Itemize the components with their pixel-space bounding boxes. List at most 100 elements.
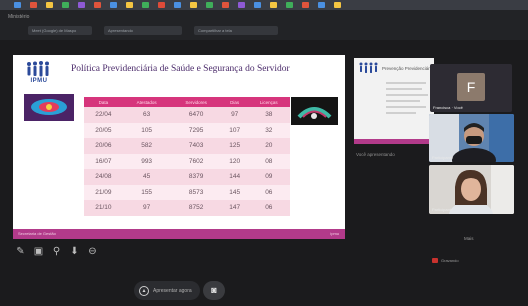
- present-now-button[interactable]: ▴ Apresentar agora: [134, 281, 200, 300]
- tab-chip[interactable]: Meet (Google) de Maspo: [28, 26, 92, 35]
- app-icon[interactable]: [14, 2, 21, 8]
- app-icon[interactable]: [62, 2, 69, 8]
- table-header-row: Data Atestados Servidores Dias Licenças: [84, 97, 290, 107]
- table-cell: 8379: [170, 169, 222, 185]
- present-icon: ▴: [139, 285, 149, 296]
- presented-slide: IPMU Política Previdenciária de Saúde e …: [13, 55, 345, 239]
- table-cell: 582: [122, 138, 171, 154]
- app-icon[interactable]: [30, 2, 37, 8]
- table-cell: 09: [247, 169, 290, 185]
- table-row: 16/07 993 7602 120 08: [84, 153, 290, 169]
- table-cell: 97: [221, 107, 248, 123]
- app-icon[interactable]: [254, 2, 261, 8]
- column-header: Atestados: [122, 97, 171, 107]
- table-row: 21/09 155 8573 145 06: [84, 184, 290, 200]
- app-icon[interactable]: [174, 2, 181, 8]
- avatar: F: [457, 73, 485, 101]
- ipmu-logo: IPMU: [22, 61, 56, 89]
- table-cell: 145: [221, 184, 248, 200]
- app-icon[interactable]: [190, 2, 197, 8]
- table-cell: 38: [247, 107, 290, 123]
- table-cell: 155: [122, 184, 171, 200]
- table-cell: 32: [247, 122, 290, 138]
- table-cell: 20/05: [84, 122, 123, 138]
- tab-chip[interactable]: Compartilhar a tela: [194, 26, 278, 35]
- thumbnail-title: Prevenção Previdenciária: [382, 66, 434, 71]
- app-icon[interactable]: [78, 2, 85, 8]
- camera-icon[interactable]: ◙: [203, 281, 225, 300]
- pointer-icon[interactable]: ⬇: [69, 246, 80, 258]
- app-icon[interactable]: [110, 2, 117, 8]
- table-cell: 63: [122, 107, 171, 123]
- table-cell: 125: [221, 138, 248, 154]
- annotation-toolbar: ✎ ▣ ⚲ ⬇ ⊖: [11, 244, 141, 260]
- data-table: Data Atestados Servidores Dias Licenças …: [84, 97, 290, 216]
- column-header: Licenças: [247, 97, 290, 107]
- app-icon[interactable]: [46, 2, 53, 8]
- table-cell: 21/10: [84, 200, 123, 216]
- thumbnail-text-line: [386, 88, 422, 90]
- table-cell: 06: [247, 200, 290, 216]
- presentation-thumbnail[interactable]: Prevenção Previdenciária: [354, 58, 434, 144]
- table-cell: 24/08: [84, 169, 123, 185]
- thumbnail-text-line: [386, 112, 416, 114]
- app-icon[interactable]: [222, 2, 229, 8]
- clear-icon[interactable]: ⊖: [87, 246, 98, 258]
- people-logo-icon: [27, 61, 49, 77]
- window-title: Ministério: [8, 14, 30, 20]
- app-icon[interactable]: [318, 2, 325, 8]
- column-header: Dias: [221, 97, 248, 107]
- table-cell: 7295: [170, 122, 222, 138]
- table-cell: 6470: [170, 107, 222, 123]
- app-icon[interactable]: [158, 2, 165, 8]
- participant-tile[interactable]: Participante: [429, 114, 514, 162]
- slide-footer-brand: ipmu: [330, 231, 339, 236]
- slide-footer-text: Secretaria de Gestão: [18, 231, 56, 236]
- table-cell: 22/04: [84, 107, 123, 123]
- table-cell: 06: [247, 184, 290, 200]
- table-cell: 7403: [170, 138, 222, 154]
- table-cell: 08: [247, 153, 290, 169]
- thumbnail-text-line: [386, 82, 426, 84]
- table-cell: 8752: [170, 200, 222, 216]
- participant-tile[interactable]: Participante: [429, 165, 514, 214]
- recording-icon: [432, 258, 438, 263]
- zoom-icon[interactable]: ⚲: [51, 246, 62, 258]
- slide-photo-left: [24, 94, 74, 121]
- table-cell: 144: [221, 169, 248, 185]
- app-icon[interactable]: [206, 2, 213, 8]
- table-row: 24/08 45 8379 144 09: [84, 169, 290, 185]
- app-icon[interactable]: [270, 2, 277, 8]
- participant-tile[interactable]: F Francisca · Você: [430, 64, 512, 112]
- table-cell: 97: [122, 200, 171, 216]
- column-header: Servidores: [170, 97, 222, 107]
- slide-photo-right: [291, 97, 338, 125]
- participant-name: Participante: [432, 155, 454, 160]
- slide-footer: Secretaria de Gestão ipmu: [13, 229, 345, 239]
- column-header: Data: [84, 97, 123, 107]
- app-icon[interactable]: [142, 2, 149, 8]
- table-cell: 21/09: [84, 184, 123, 200]
- app-icon[interactable]: [94, 2, 101, 8]
- app-icon[interactable]: [126, 2, 133, 8]
- table-row: 20/06 582 7403 125 20: [84, 138, 290, 154]
- app-icon[interactable]: [302, 2, 309, 8]
- pen-icon[interactable]: ✎: [15, 246, 26, 258]
- side-more-label[interactable]: Mais: [464, 236, 474, 241]
- app-icon[interactable]: [238, 2, 245, 8]
- tab-chip[interactable]: Apresentando: [104, 26, 182, 35]
- table-cell: 45: [122, 169, 171, 185]
- slide-title: Política Previdenciária de Saúde e Segur…: [71, 64, 290, 74]
- table-row: 20/05 105 7295 107 32: [84, 122, 290, 138]
- table-cell: 20/06: [84, 138, 123, 154]
- thumbnail-text-line: [386, 100, 420, 102]
- eraser-icon[interactable]: ▣: [33, 246, 44, 258]
- table-cell: 120: [221, 153, 248, 169]
- table-cell: 105: [122, 122, 171, 138]
- app-icon[interactable]: [334, 2, 341, 8]
- thumbnail-text-line: [386, 106, 426, 108]
- app-icon[interactable]: [286, 2, 293, 8]
- people-logo-icon: [359, 62, 378, 73]
- logo-text: IPMU: [30, 78, 48, 84]
- thumbnail-footer: [354, 139, 434, 144]
